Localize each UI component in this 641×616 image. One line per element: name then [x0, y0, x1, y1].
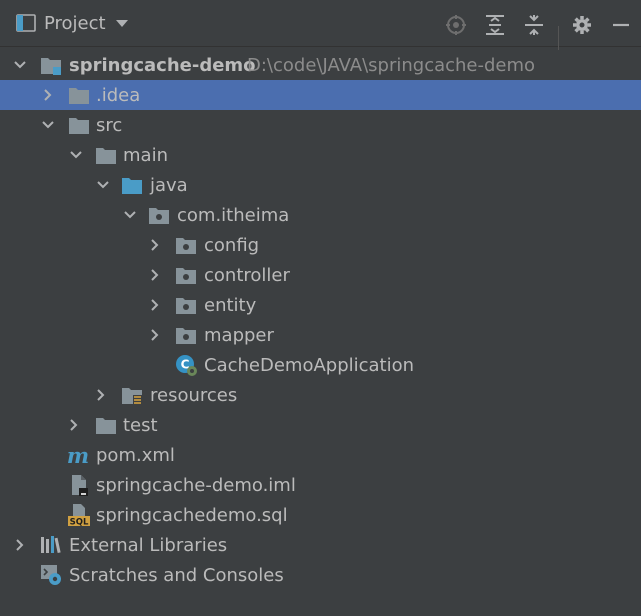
tree-node-app-class[interactable]: C CacheDemoApplication [0, 350, 641, 380]
package-icon [174, 293, 198, 317]
chevron-right-icon[interactable] [67, 418, 81, 432]
tree-node-label: springcache-demo.iml [96, 474, 296, 496]
tree-node-label: Scratches and Consoles [69, 564, 284, 586]
package-icon [174, 323, 198, 347]
tree-node-controller[interactable]: controller [0, 260, 641, 290]
folder-icon [94, 143, 118, 167]
chevron-right-icon[interactable] [94, 388, 108, 402]
module-folder-icon [39, 53, 63, 77]
project-tool-window-header: Project [0, 0, 641, 50]
sql-file-icon: SQL [67, 503, 91, 527]
spring-boot-class-icon: C [174, 353, 198, 377]
tree-node-pom[interactable]: m pom.xml [0, 440, 641, 470]
package-icon [147, 203, 171, 227]
resources-folder-icon [120, 383, 144, 407]
tree-node-label: mapper [204, 324, 274, 346]
settings-icon[interactable] [571, 14, 593, 36]
chevron-down-icon[interactable] [41, 118, 55, 132]
tree-node-label: entity [204, 294, 257, 316]
package-icon [174, 233, 198, 257]
tree-node-java[interactable]: java [0, 170, 641, 200]
maven-icon: m [66, 442, 90, 468]
tree-node-label: test [123, 414, 158, 436]
folder-icon [67, 83, 91, 107]
tree-node-label: External Libraries [69, 534, 228, 556]
collapse-all-icon[interactable] [523, 14, 545, 36]
tree-node-scratches[interactable]: Scratches and Consoles [0, 560, 641, 590]
module-path: D:\code\JAVA\springcache-demo [247, 54, 536, 76]
tree-node-label: springcache-demo [69, 54, 256, 76]
tree-node-package[interactable]: com.itheima [0, 200, 641, 230]
chevron-down-icon[interactable] [13, 58, 27, 72]
source-folder-icon [120, 173, 144, 197]
tree-node-main[interactable]: main [0, 140, 641, 170]
tree-node-root[interactable]: springcache-demo D:\code\JAVA\springcach… [0, 50, 641, 80]
tree-node-label: com.itheima [177, 204, 290, 226]
locate-icon[interactable] [445, 14, 467, 36]
chevron-down-icon[interactable] [69, 148, 83, 162]
tree-node-test[interactable]: test [0, 410, 641, 440]
folder-icon [67, 113, 91, 137]
chevron-right-icon[interactable] [148, 328, 162, 342]
tree-node-config[interactable]: config [0, 230, 641, 260]
tree-node-sql[interactable]: SQL springcachedemo.sql [0, 500, 641, 530]
chevron-down-icon[interactable] [96, 178, 110, 192]
chevron-right-icon[interactable] [41, 88, 55, 102]
tree-node-src[interactable]: src [0, 110, 641, 140]
tree-node-label: pom.xml [96, 444, 175, 466]
tree-node-resources[interactable]: resources [0, 380, 641, 410]
chevron-right-icon[interactable] [148, 238, 162, 252]
tree-node-label: src [96, 114, 123, 136]
library-icon [39, 533, 63, 557]
sql-badge: SQL [70, 518, 89, 528]
toolbar-separator [558, 26, 559, 50]
tree-node-label: main [123, 144, 168, 166]
module-file-icon [67, 473, 91, 497]
chevron-right-icon[interactable] [148, 298, 162, 312]
expand-all-icon[interactable] [484, 14, 506, 36]
tree-node-label: springcachedemo.sql [96, 504, 288, 526]
tree-node-mapper[interactable]: mapper [0, 320, 641, 350]
tree-node-iml[interactable]: springcache-demo.iml [0, 470, 641, 500]
tree-node-label: CacheDemoApplication [204, 354, 415, 376]
tree-node-label: config [204, 234, 260, 256]
tree-node-idea[interactable]: .idea [0, 80, 641, 110]
chevron-right-icon[interactable] [13, 538, 27, 552]
minimize-icon[interactable] [610, 14, 632, 36]
tree-node-entity[interactable]: entity [0, 290, 641, 320]
tree-node-label: controller [204, 264, 290, 286]
tree-node-external-libraries[interactable]: External Libraries [0, 530, 641, 560]
chevron-right-icon[interactable] [148, 268, 162, 282]
folder-icon [94, 413, 118, 437]
tree-node-label: java [150, 174, 188, 196]
tree-node-label: .idea [96, 84, 141, 106]
chevron-down-icon[interactable] [123, 208, 137, 222]
tree-node-label: resources [150, 384, 238, 406]
package-icon [174, 263, 198, 287]
scratches-icon [39, 563, 63, 587]
maven-badge: m [66, 442, 90, 468]
